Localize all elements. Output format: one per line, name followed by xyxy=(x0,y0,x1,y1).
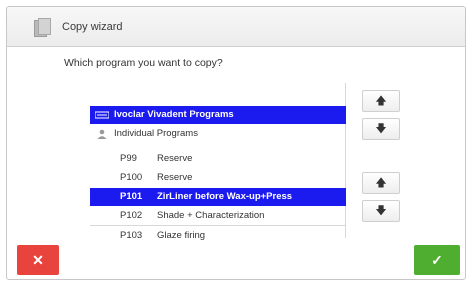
program-row[interactable]: P99 Reserve xyxy=(90,150,346,168)
close-icon: ✕ xyxy=(32,251,44,268)
arrow-down-icon: 🡇 xyxy=(375,122,387,135)
title-bar: Copy wizard xyxy=(7,7,465,47)
ivoclar-logo-icon xyxy=(95,111,109,119)
program-scroll-down-button[interactable]: 🡇 xyxy=(362,200,400,222)
confirm-button[interactable]: ✓ xyxy=(414,245,460,275)
program-name: Shade + Characterization xyxy=(157,210,265,221)
program-number: P103 xyxy=(120,230,143,241)
program-row[interactable]: P100 Reserve xyxy=(90,169,346,187)
program-number: P99 xyxy=(120,153,137,164)
program-name: Reserve xyxy=(157,172,193,183)
program-number: P101 xyxy=(120,191,143,202)
program-name: ZirLiner before Wax-up+Press xyxy=(157,191,293,202)
checkmark-icon: ✓ xyxy=(431,251,443,268)
program-number: P102 xyxy=(120,210,143,221)
group-item-individual[interactable]: Individual Programs xyxy=(90,125,346,143)
user-icon xyxy=(97,129,107,139)
cancel-button[interactable]: ✕ xyxy=(17,245,59,275)
program-scroll-up-button[interactable]: 🡅 xyxy=(362,172,400,194)
program-row-selected[interactable]: P101 ZirLiner before Wax-up+Press xyxy=(90,188,346,206)
program-list-panel: Ivoclar Vivadent Programs Individual Pro… xyxy=(90,83,346,241)
group-scroll-down-button[interactable]: 🡇 xyxy=(362,118,400,140)
program-row[interactable]: P102 Shade + Characterization xyxy=(90,207,346,225)
program-name: Glaze firing xyxy=(157,230,206,241)
arrow-up-icon: 🡅 xyxy=(375,94,387,107)
program-name: Reserve xyxy=(157,153,193,164)
group-scroll-up-button[interactable]: 🡅 xyxy=(362,90,400,112)
program-number: P100 xyxy=(120,172,143,183)
arrow-down-icon: 🡇 xyxy=(375,204,387,217)
arrow-up-icon: 🡅 xyxy=(375,176,387,189)
group-label: Ivoclar Vivadent Programs xyxy=(114,109,234,120)
group-label: Individual Programs xyxy=(114,128,198,139)
pages-icon xyxy=(34,18,52,39)
question-label: Which program you want to copy? xyxy=(64,57,223,69)
program-row[interactable]: P103 Glaze firing xyxy=(90,227,346,245)
group-item-ivoclar[interactable]: Ivoclar Vivadent Programs xyxy=(90,106,346,124)
window-title: Copy wizard xyxy=(62,21,123,33)
divider xyxy=(90,225,346,226)
